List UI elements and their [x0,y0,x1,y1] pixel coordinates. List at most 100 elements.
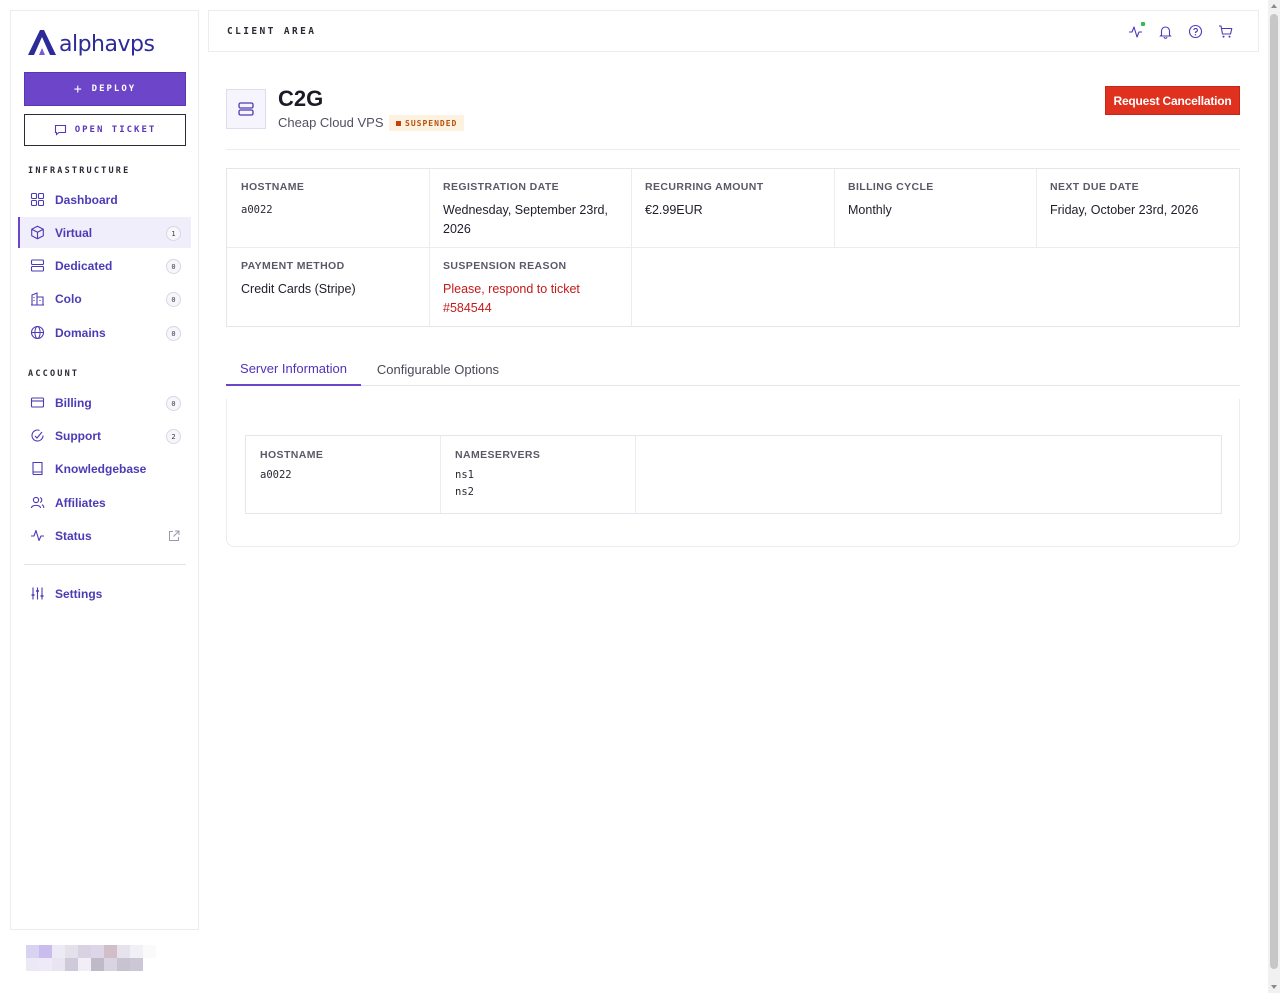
info-value: a0022 [260,469,292,481]
detail-label: BILLING CYCLE [848,181,934,193]
detail-next-due-date: NEXT DUE DATE Friday, October 23rd, 2026 [1036,169,1239,220]
scroll-up-arrow-icon[interactable] [1271,4,1277,8]
sidebar-item-label: Settings [55,586,103,601]
server-info-card: HOSTNAME a0022 NAMESERVERS ns1 ns2 [245,435,1222,514]
credit-card-icon [29,395,45,411]
detail-label: RECURRING AMOUNT [645,181,764,193]
open-ticket-label: OPEN TICKET [74,125,157,135]
nameserver-1: ns1 [455,469,474,481]
sidebar-divider [24,564,186,565]
count-badge: 0 [166,326,181,341]
user-avatar-blurred[interactable] [26,945,158,971]
sidebar-item-support[interactable]: Support 2 [18,420,191,451]
sidebar-item-affiliates[interactable]: Affiliates [18,487,191,518]
sidebar-item-virtual[interactable]: Virtual 1 [18,217,191,248]
nameserver-2: ns2 [455,486,474,498]
count-badge: 1 [166,226,181,241]
sidebar-item-label: Billing [55,395,92,410]
detail-label: SUSPENSION REASON [443,260,567,272]
deploy-button[interactable]: + DEPLOY [24,72,186,106]
sliders-icon [29,586,45,602]
header-divider [226,149,1240,150]
product-subtitle: Cheap Cloud VPS [278,115,384,130]
detail-label: REGISTRATION DATE [443,181,560,193]
detail-value: Friday, October 23rd, 2026 [1050,203,1199,217]
scrollbar-thumb[interactable] [1270,14,1278,969]
alphavps-logo-icon [28,30,56,55]
sidebar-item-knowledgebase[interactable]: Knowledgebase [18,453,191,484]
sidebar-item-domains[interactable]: Domains 0 [18,317,191,348]
sidebar-item-dedicated[interactable]: Dedicated 0 [18,250,191,281]
book-icon [29,461,45,477]
info-label: NAMESERVERS [455,449,541,461]
service-details: HOSTNAME a0022 REGISTRATION DATE Wednesd… [226,168,1240,327]
detail-payment-method: PAYMENT METHOD Credit Cards (Stripe) [227,248,429,299]
server-icon [29,258,45,274]
sidebar-item-label: Affiliates [55,495,106,510]
detail-value: €2.99EUR [645,203,703,217]
sidebar-item-label: Domains [55,325,106,340]
detail-recurring-amount: RECURRING AMOUNT €2.99EUR [631,169,834,220]
header-actions [1127,22,1233,40]
detail-value: a0022 [241,204,273,216]
status-square-icon [396,120,401,126]
cart-icon[interactable] [1217,22,1233,40]
product-name: C2G [278,86,324,111]
account-heading: ACCOUNT [28,369,80,379]
count-badge: 0 [166,292,181,307]
cube-icon [29,225,45,241]
page-scrollbar[interactable] [1268,0,1280,993]
sidebar-item-dashboard[interactable]: Dashboard [18,184,191,215]
detail-hostname: HOSTNAME a0022 [227,169,429,220]
sidebar-item-settings[interactable]: Settings [18,578,191,609]
sidebar-item-colo[interactable]: Colo 0 [18,283,191,314]
sidebar-item-label: Colo [55,291,82,306]
sidebar: alphavps + DEPLOY OPEN TICKET INFRASTRUC… [10,10,199,930]
sidebar-item-billing[interactable]: Billing 0 [18,387,191,418]
detail-suspension-reason: SUSPENSION REASON Please, respond to tic… [429,248,631,318]
support-icon [29,428,45,444]
brand-logo[interactable]: alphavps [27,28,155,57]
detail-value: Please, respond to ticket #584544 [443,282,580,315]
scroll-down-arrow-icon[interactable] [1271,985,1277,989]
detail-value: Monthly [848,203,892,217]
count-badge: 0 [166,259,181,274]
globe-icon [29,325,45,341]
building-icon [29,291,45,307]
status-badge-label: SUSPENDED [405,118,458,128]
info-hostname: HOSTNAME a0022 [246,436,440,484]
detail-label: NEXT DUE DATE [1050,181,1140,193]
request-cancellation-button[interactable]: Request Cancellation [1105,86,1240,115]
top-bar: CLIENT AREA [208,10,1259,52]
info-label: HOSTNAME [260,449,324,461]
detail-billing-cycle: BILLING CYCLE Monthly [834,169,1036,220]
sidebar-item-label: Status [55,528,92,543]
sidebar-item-label: Virtual [55,225,93,240]
server-information-panel: HOSTNAME a0022 NAMESERVERS ns1 ns2 [226,399,1240,547]
tab-configurable-options[interactable]: Configurable Options [368,352,508,386]
open-ticket-button[interactable]: OPEN TICKET [24,114,186,146]
detail-value: Wednesday, September 23rd, 2026 [443,203,608,236]
info-nameservers: NAMESERVERS ns1 ns2 [441,436,635,501]
tab-bar: Server Information Configurable Options [226,352,1240,386]
help-icon[interactable] [1187,22,1203,40]
brand-name: alphavps [59,32,155,57]
count-badge: 2 [166,429,181,444]
users-icon [29,495,45,511]
infrastructure-heading: INFRASTRUCTURE [28,166,131,176]
notifications-bell-icon[interactable] [1157,22,1173,40]
detail-label: HOSTNAME [241,181,305,193]
plus-icon: + [73,81,84,97]
product-icon [226,89,266,129]
activity-icon [29,528,45,544]
tab-server-information[interactable]: Server Information [226,352,361,386]
server-icon [238,102,254,116]
column-divider [635,436,636,513]
deploy-label: DEPLOY [91,84,137,94]
detail-value: Credit Cards (Stripe) [241,282,356,296]
sidebar-item-status[interactable]: Status [18,520,191,551]
sidebar-item-label: Dashboard [55,192,118,207]
status-activity-icon[interactable] [1127,22,1145,40]
detail-registration-date: REGISTRATION DATE Wednesday, September 2… [429,169,631,239]
status-badge: SUSPENDED [389,115,465,131]
